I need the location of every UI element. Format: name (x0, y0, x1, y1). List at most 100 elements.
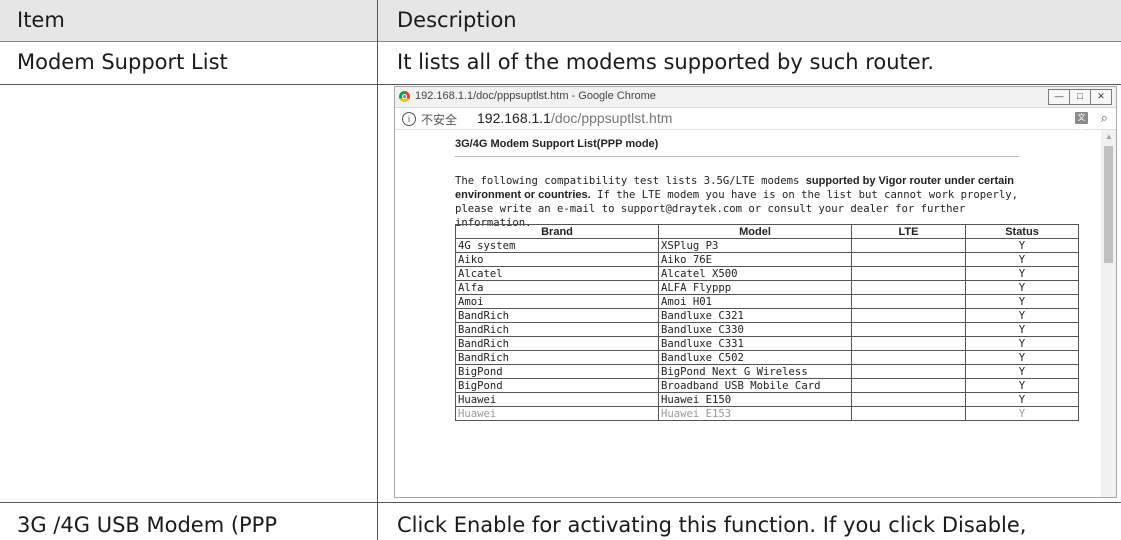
table-row: Amoi Amoi H01 Y (455, 294, 1079, 309)
col-status-header: Status (965, 224, 1079, 239)
lte-cell (851, 308, 966, 323)
model-cell: Bandluxe C321 (658, 308, 852, 323)
model-cell: Broadband USB Mobile Card (658, 378, 852, 393)
title-divider (455, 156, 1019, 157)
column-divider (377, 0, 378, 540)
table-row: BandRich Bandluxe C321 Y (455, 308, 1079, 323)
row-item-modem-support-list: Modem Support List (17, 50, 228, 74)
url-text[interactable]: 192.168.1.1/doc/pppsuptlst.htm (477, 110, 672, 126)
lte-cell (851, 266, 966, 281)
model-cell: Huawei E150 (658, 392, 852, 407)
zoom-icon[interactable]: ⌕ (1101, 110, 1108, 126)
header-item: Item (17, 8, 65, 32)
status-cell: Y (965, 266, 1079, 281)
lte-cell (851, 336, 966, 351)
browser-window: 192.168.1.1/doc/pppsuptlst.htm - Google … (394, 86, 1117, 498)
status-cell: Y (965, 280, 1079, 295)
table-row: BandRich Bandluxe C331 Y (455, 336, 1079, 351)
status-cell: Y (965, 252, 1079, 267)
brand-cell: BigPond (455, 364, 659, 379)
brand-cell: Alcatel (455, 266, 659, 281)
model-cell: Bandluxe C330 (658, 322, 852, 337)
page-viewport: 3G/4G Modem Support List(PPP mode) The f… (395, 130, 1116, 497)
row-description-usb-modem: Click Enable for activating this functio… (397, 513, 1027, 537)
lte-cell (851, 252, 966, 267)
modem-table-header: Brand Model LTE Status (455, 224, 1079, 239)
row-divider (0, 84, 1121, 85)
table-row: BigPond BigPond Next G Wireless Y (455, 364, 1079, 379)
brand-cell: Alfa (455, 280, 659, 295)
status-cell: Y (965, 378, 1079, 393)
lte-cell (851, 322, 966, 337)
info-icon[interactable]: i (402, 112, 416, 126)
status-cell: Y (965, 238, 1079, 253)
col-brand-header: Brand (455, 224, 659, 239)
row-divider (0, 502, 1121, 503)
brand-cell: 4G system (455, 238, 659, 253)
brand-cell: BigPond (455, 378, 659, 393)
brand-cell: BandRich (455, 336, 659, 351)
brand-cell: Huawei (455, 392, 659, 407)
chrome-icon (399, 91, 410, 102)
lte-cell (851, 406, 966, 421)
row-description-modem-support-list: It lists all of the modems supported by … (397, 50, 935, 74)
scroll-up-icon[interactable]: ▲ (1105, 132, 1113, 141)
table-row: Alfa ALFA Flyppp Y (455, 280, 1079, 295)
table-row: 4G system XSPlug P3 Y (455, 238, 1079, 253)
table-row: Aiko Aiko 76E Y (455, 252, 1079, 267)
lte-cell (851, 238, 966, 253)
address-bar[interactable]: i 不安全 192.168.1.1/doc/pppsuptlst.htm 文A … (395, 108, 1116, 134)
model-cell: BigPond Next G Wireless (658, 364, 852, 379)
row-item-usb-modem: 3G /4G USB Modem (PPP (17, 513, 278, 537)
table-row: Alcatel Alcatel X500 Y (455, 266, 1079, 281)
lte-cell (851, 280, 966, 295)
modem-table: Brand Model LTE Status 4G system XSPlug P… (455, 224, 1079, 421)
brand-cell: Huawei (455, 406, 659, 421)
status-cell: Y (965, 322, 1079, 337)
close-icon[interactable]: ✕ (1090, 89, 1112, 105)
model-cell: Aiko 76E (658, 252, 852, 267)
window-title: 192.168.1.1/doc/pppsuptlst.htm - Google … (415, 90, 656, 102)
col-model-header: Model (658, 224, 852, 239)
col-lte-header: LTE (851, 224, 966, 239)
table-row: BandRich Bandluxe C502 Y (455, 350, 1079, 365)
model-cell: Bandluxe C331 (658, 336, 852, 351)
minimize-icon[interactable]: — (1048, 89, 1070, 105)
url-host: 192.168.1.1 (477, 110, 551, 126)
model-cell: Bandluxe C502 (658, 350, 852, 365)
lte-cell (851, 350, 966, 365)
page-title: 3G/4G Modem Support List(PPP mode) (455, 138, 659, 150)
table-row: Huawei Huawei E153 Y (455, 406, 1079, 421)
table-header-row: Item Description (0, 0, 1121, 42)
intro-text-1: The following compatibility test lists 3… (455, 175, 806, 187)
table-row: BandRich Bandluxe C330 Y (455, 322, 1079, 337)
document-table: Item Description Modem Support List It l… (0, 0, 1121, 540)
brand-cell: Amoi (455, 294, 659, 309)
brand-cell: BandRich (455, 350, 659, 365)
vertical-scrollbar[interactable]: ▲ (1101, 130, 1116, 497)
window-controls: — □ ✕ (1048, 89, 1112, 105)
status-cell: Y (965, 308, 1079, 323)
brand-cell: BandRich (455, 308, 659, 323)
lte-cell (851, 294, 966, 309)
lte-cell (851, 364, 966, 379)
status-cell: Y (965, 350, 1079, 365)
insecure-label: 不安全 (421, 113, 458, 127)
brand-cell: BandRich (455, 322, 659, 337)
maximize-icon[interactable]: □ (1069, 89, 1091, 105)
scrollbar-thumb[interactable] (1104, 146, 1113, 263)
model-cell: XSPlug P3 (658, 238, 852, 253)
translate-icon[interactable]: 文A (1075, 112, 1088, 134)
status-cell: Y (965, 392, 1079, 407)
brand-cell: Aiko (455, 252, 659, 267)
status-cell: Y (965, 336, 1079, 351)
model-cell: Huawei E153 (658, 406, 852, 421)
status-cell: Y (965, 364, 1079, 379)
intro-paragraph: The following compatibility test lists 3… (455, 174, 1035, 230)
model-cell: Amoi H01 (658, 294, 852, 309)
table-row: Huawei Huawei E150 Y (455, 392, 1079, 407)
model-cell: Alcatel X500 (658, 266, 852, 281)
table-row: BigPond Broadband USB Mobile Card Y (455, 378, 1079, 393)
lte-cell (851, 378, 966, 393)
header-description: Description (397, 8, 517, 32)
